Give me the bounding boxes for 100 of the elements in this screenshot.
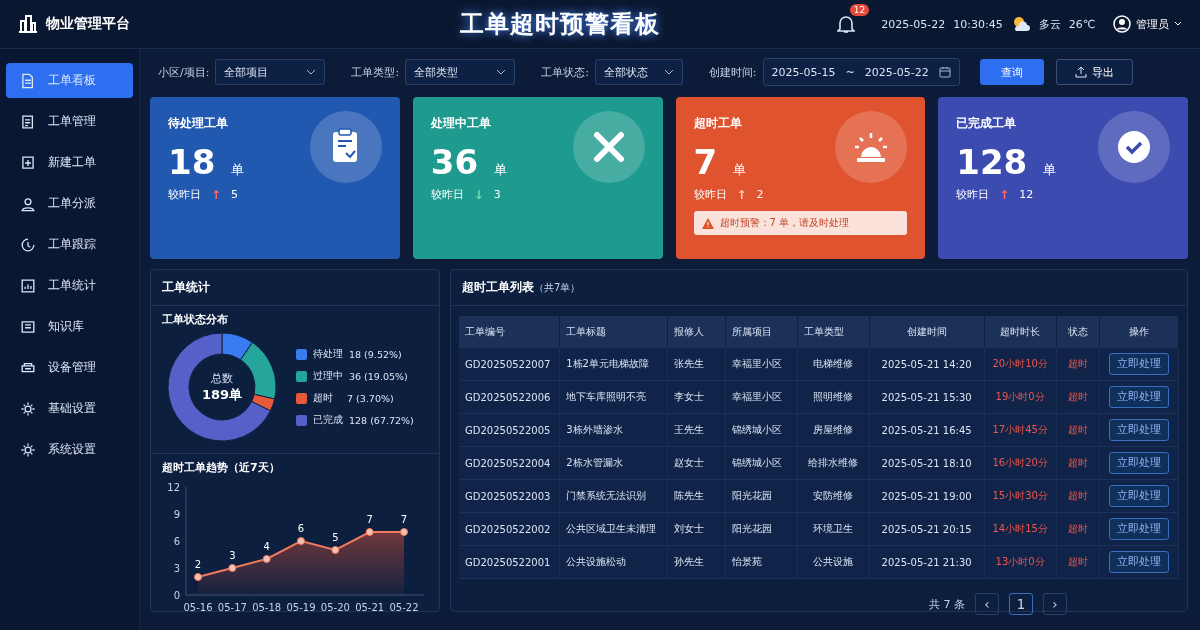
card-value: 36 <box>430 142 479 182</box>
table-cell: 地下车库照明不亮 <box>566 391 647 402</box>
data-point <box>400 528 408 536</box>
table-cell: GD20250522004 <box>465 457 551 469</box>
table-cell: 刘女士 <box>674 523 705 534</box>
x-tick-label: 05-21 <box>355 602 385 613</box>
table-cell: GD20250522005 <box>465 424 551 436</box>
chart-title: 工单状态分布 <box>162 312 229 327</box>
table-cell: 环境卫生 <box>813 523 854 534</box>
filter-dropdown[interactable]: 全部项目 <box>215 59 326 85</box>
table-cell: 超时 <box>1067 358 1088 369</box>
filter-label: 小区/项目: <box>158 64 210 80</box>
document-icon <box>20 113 36 130</box>
filter-dropdown[interactable]: 全部类型 <box>405 59 516 85</box>
prev-page-button[interactable]: ‹ <box>975 593 999 615</box>
order-count: （共7单） <box>534 282 581 293</box>
table-cell: 电梯维修 <box>813 358 854 369</box>
table-cell: 门禁系统无法识别 <box>566 490 647 501</box>
legend-label: 超时 <box>313 391 334 405</box>
compare-label: 较昨日 <box>693 187 727 202</box>
process-button[interactable]: 立即处理 <box>1108 485 1169 507</box>
alert-text: 超时预警：7 单，请及时处理 <box>719 216 850 230</box>
gear-icon <box>20 441 36 458</box>
sidebar-item[interactable]: 工单看板 <box>6 63 133 98</box>
column-header: 所属项目 <box>725 316 798 348</box>
gear-icon <box>20 400 36 417</box>
table-cell: GD20250522007 <box>465 358 551 370</box>
sidebar-item[interactable]: 工单分派 <box>6 186 133 221</box>
process-button[interactable]: 立即处理 <box>1108 551 1169 573</box>
table-cell: 19小时0分 <box>995 391 1045 402</box>
process-button[interactable]: 立即处理 <box>1108 452 1169 474</box>
process-button[interactable]: 立即处理 <box>1108 353 1169 375</box>
sidebar-item[interactable]: 新建工单 <box>6 145 133 180</box>
sidebar-item[interactable]: 工单管理 <box>6 104 133 139</box>
user-icon <box>20 195 36 212</box>
export-button[interactable]: 导出 <box>1055 59 1133 85</box>
card-value: 128 <box>956 142 1028 182</box>
table-cell: 2025-05-21 21:30 <box>881 556 972 568</box>
caret-icon <box>1174 21 1182 27</box>
y-tick-label: 9 <box>173 509 180 520</box>
data-point <box>297 537 305 545</box>
table-cell: 陈先生 <box>674 490 705 501</box>
table-cell: 17小时45分 <box>992 424 1048 435</box>
column-header: 创建时间 <box>869 316 985 348</box>
table-cell: GD20250522003 <box>465 490 551 502</box>
data-point <box>262 555 271 563</box>
card-value: 7 <box>693 142 718 182</box>
data-point <box>194 573 202 581</box>
card-unit: 单 <box>231 161 245 179</box>
sidebar-item[interactable]: 工单统计 <box>6 268 133 303</box>
panel-title: 超时工单列表 <box>462 280 534 294</box>
card-unit: 单 <box>733 161 747 179</box>
sidebar-item[interactable]: 系统设置 <box>6 432 133 467</box>
next-page-button[interactable]: › <box>1043 593 1067 615</box>
table-cell: 怡景苑 <box>731 556 762 567</box>
y-tick-label: 12 <box>167 482 180 493</box>
table-cell: 王先生 <box>674 424 705 435</box>
table-cell: 2025-05-21 20:15 <box>881 523 972 535</box>
query-button[interactable]: 查询 <box>979 59 1044 85</box>
total-count: 共 7 条 <box>929 596 965 612</box>
sidebar-item[interactable]: 基础设置 <box>6 391 133 426</box>
delta-value: 2 <box>756 188 764 201</box>
table-cell: 安防维修 <box>813 490 854 501</box>
notification-badge: 12 <box>849 4 870 16</box>
y-tick-label: 6 <box>173 536 180 547</box>
table-cell: 超时 <box>1067 490 1088 501</box>
card-title: 处理中工单 <box>430 115 492 132</box>
column-header: 报修人 <box>667 316 726 348</box>
column-header: 超时时长 <box>984 316 1057 348</box>
process-button[interactable]: 立即处理 <box>1108 386 1169 408</box>
table-cell: 2025-05-21 16:45 <box>881 424 972 436</box>
process-button[interactable]: 立即处理 <box>1108 518 1169 540</box>
table-cell: 孙先生 <box>674 556 705 567</box>
table-cell: 超时 <box>1067 391 1088 402</box>
user-menu[interactable]: 管理员 <box>1113 15 1182 33</box>
caret-icon <box>496 69 507 75</box>
table-cell: 3栋外墙渗水 <box>566 424 623 435</box>
sidebar-item[interactable]: 知识库 <box>6 309 133 344</box>
table-cell: 赵女士 <box>674 457 705 468</box>
page-button[interactable]: 1 <box>1009 593 1033 615</box>
column-header: 工单标题 <box>559 316 668 348</box>
card-title: 待处理工单 <box>168 115 229 132</box>
date-range-field[interactable]: 2025-05-15 ~ 2025-05-22 <box>762 58 960 86</box>
time-text: 10:30:45 <box>953 17 1003 31</box>
warning-icon <box>701 217 714 229</box>
card-unit: 单 <box>1043 161 1057 179</box>
sidebar-item[interactable]: 设备管理 <box>6 350 133 385</box>
data-point <box>228 564 237 572</box>
sidebar-item[interactable]: 工单跟踪 <box>6 227 133 262</box>
table-cell: GD20250522006 <box>465 391 551 403</box>
filter-dropdown[interactable]: 全部状态 <box>594 59 683 85</box>
brand-name: 物业管理平台 <box>46 15 130 33</box>
process-button[interactable]: 立即处理 <box>1108 419 1169 441</box>
table-cell: 15小时30分 <box>992 490 1048 501</box>
trend-arrow: ↓ <box>473 187 484 202</box>
table-cell: 锦绣城小区 <box>731 457 782 468</box>
x-tick-label: 05-19 <box>286 602 316 613</box>
trend-arrow: ↑ <box>211 187 222 202</box>
building-icon <box>18 15 38 33</box>
legend-value: 7 (3.70%) <box>347 392 394 404</box>
